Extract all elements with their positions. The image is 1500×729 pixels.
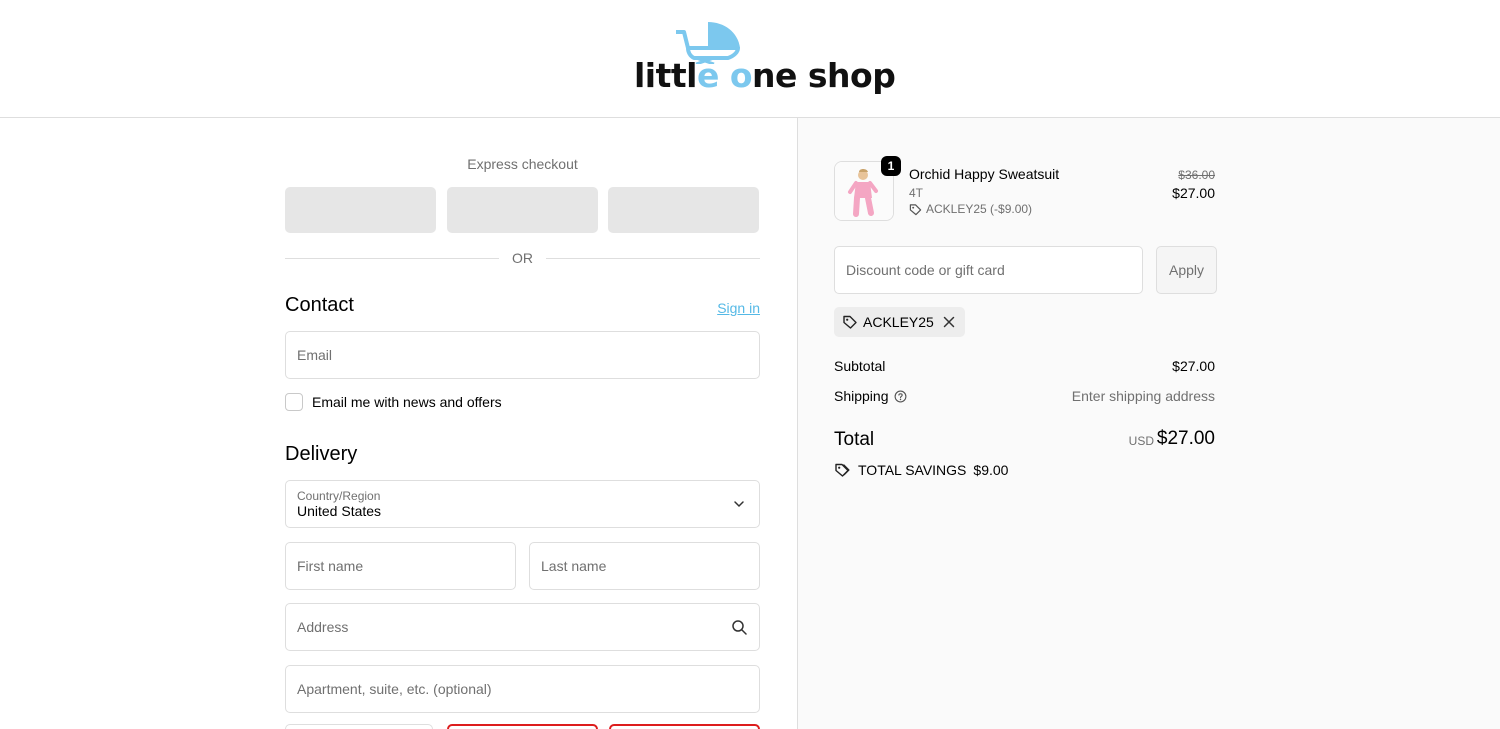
total-currency: USD [1128,434,1154,448]
total-label: Total [834,429,875,450]
product-variant: 4T [909,186,924,200]
total-value: $27.00 [1156,428,1215,449]
email-field[interactable]: Email [285,331,760,379]
product-price: $27.00 [1172,185,1215,201]
last-name-placeholder: Last name [541,558,607,574]
total-savings-value: $9.00 [973,462,1009,478]
site-header: little one shop [0,0,1500,118]
express-pay-button-2[interactable] [447,187,598,233]
quantity-badge: 1 [881,156,901,176]
product-name: Orchid Happy Sweatsuit [909,166,1060,182]
checkout-form-panel: Express checkout OR Contact Sign in Emai… [0,118,797,729]
zip-field-error[interactable] [609,724,760,729]
apply-button[interactable]: Apply [1156,246,1217,294]
express-checkout-title: Express checkout [467,156,578,172]
close-icon[interactable] [943,316,955,328]
apartment-field[interactable]: Apartment, suite, etc. (optional) [285,665,760,713]
help-icon[interactable] [894,390,907,403]
shipping-row: Shipping [834,388,907,404]
tag-icon [843,315,857,329]
applied-discount-chip: ACKLEY25 [834,307,965,337]
city-field[interactable] [285,724,433,729]
first-name-field[interactable]: First name [285,542,516,590]
or-divider: OR [285,250,760,268]
sign-in-link[interactable]: Sign in [700,300,760,316]
total-savings: TOTAL SAVINGS $9.00 [834,462,1008,478]
discount-code-input[interactable]: Discount code or gift card [834,246,1143,294]
applied-discount-code: ACKLEY25 [863,314,934,330]
contact-heading: Contact [285,294,354,316]
shipping-value: Enter shipping address [1071,388,1215,404]
chevron-down-icon [734,501,744,508]
subtotal-value: $27.00 [1172,358,1215,374]
express-pay-button-3[interactable] [608,187,759,233]
address-placeholder: Address [297,619,349,635]
store-logo[interactable]: little one shop [634,18,896,100]
shipping-label: Shipping [834,388,889,404]
logo-wordmark: little one shop [634,56,896,95]
address-field[interactable]: Address [285,603,760,651]
tag-icon [909,203,922,215]
discount-code-placeholder: Discount code or gift card [846,262,1005,278]
product-original-price: $36.00 [1178,168,1215,182]
first-name-placeholder: First name [297,558,364,574]
state-field-error[interactable] [447,724,598,729]
express-pay-button-1[interactable] [285,187,436,233]
search-icon[interactable] [731,619,747,635]
divider-line-right [546,258,760,259]
apartment-placeholder: Apartment, suite, etc. (optional) [297,681,492,697]
subtotal-label: Subtotal [834,358,886,374]
country-select[interactable]: Country/Region United States [285,480,760,528]
country-value: United States [297,503,382,519]
product-discount-text: ACKLEY25 (-$9.00) [926,202,1033,216]
order-summary-panel: 1 Orchid Happy Sweatsuit 4T ACKLEY25 (-$… [797,118,1500,729]
tags-icon [835,463,850,477]
email-placeholder: Email [297,347,333,363]
email-news-label[interactable]: Email me with news and offers [312,394,502,410]
country-label: Country/Region [297,489,381,503]
last-name-field[interactable]: Last name [529,542,760,590]
email-news-checkbox[interactable] [285,393,303,411]
delivery-heading: Delivery [285,443,358,465]
total-savings-label: TOTAL SAVINGS [858,462,967,478]
product-discount: ACKLEY25 (-$9.00) [909,202,1032,216]
